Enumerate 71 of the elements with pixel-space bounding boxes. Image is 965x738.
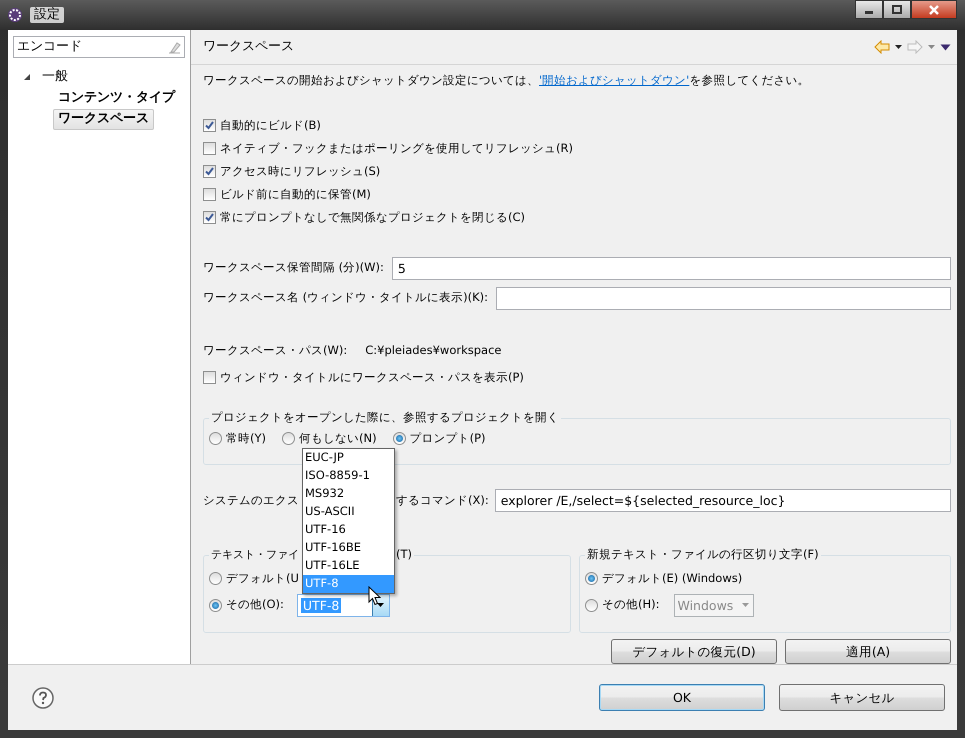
- command-label: システムのエクス: [203, 494, 295, 508]
- radio-label: その他(H):: [602, 598, 660, 612]
- command-label: するコマンド(X):: [396, 494, 489, 508]
- radio-button[interactable]: [282, 432, 295, 445]
- group-title: テキスト・ファイ: [211, 547, 299, 563]
- radio-button[interactable]: [209, 432, 222, 445]
- radio-button[interactable]: [392, 432, 406, 445]
- dialog-button[interactable]: キャンセル: [779, 684, 945, 711]
- field-label: ワークスペース保管間隔 (分)(W):: [203, 261, 384, 275]
- checkbox[interactable]: [203, 371, 216, 384]
- dropdown-item[interactable]: ISO-8859-1: [303, 467, 394, 485]
- action-button[interactable]: デフォルトの復元(D): [611, 639, 777, 664]
- maximize-icon: [892, 5, 902, 14]
- text-field[interactable]: [496, 286, 951, 310]
- radio-label: デフォルト(U: [226, 572, 299, 586]
- checkbox[interactable]: [203, 211, 216, 224]
- checkbox-label: ネイティブ・フックまたはポーリングを使用してリフレッシュ(R): [220, 142, 573, 156]
- radio-label: プロンプト(P): [410, 432, 486, 446]
- checkbox-label: 自動的にビルド(B): [220, 118, 321, 132]
- text-field[interactable]: 5: [392, 256, 951, 280]
- checkbox-label: ウィンドウ・タイトルにワークスペース・パスを表示(P): [220, 370, 524, 384]
- window-title: 設定: [30, 7, 64, 23]
- radio-button[interactable]: [585, 572, 598, 585]
- checkbox[interactable]: [203, 142, 216, 155]
- menu-icon[interactable]: [940, 44, 951, 50]
- tree-item[interactable]: ワークスペース: [53, 109, 154, 130]
- gear-icon: [6, 6, 24, 24]
- filter-field[interactable]: エンコード: [13, 36, 185, 58]
- page-title: ワークスペース: [203, 39, 295, 55]
- eraser-icon: [168, 40, 181, 54]
- text-field[interactable]: explorer /E,/select=${selected_resource_loc}: [494, 489, 951, 512]
- close-button[interactable]: [911, 0, 957, 19]
- dropdown-item[interactable]: UTF-16BE: [303, 539, 394, 557]
- checkbox-label: 常にプロンプトなしで無関係なプロジェクトを閉じる(C): [220, 210, 526, 224]
- radio-button[interactable]: [209, 572, 222, 585]
- dialog-button[interactable]: OK: [599, 684, 765, 711]
- dropdown-item[interactable]: UTF-16LE: [303, 557, 394, 575]
- radio-label: 何もしない(N): [299, 432, 377, 446]
- group-title: (T): [396, 546, 412, 563]
- maximize-button[interactable]: [883, 0, 911, 19]
- help-link[interactable]: '開始およびシャットダウン': [539, 74, 690, 88]
- path-label: ワークスペース・パス(W):: [203, 344, 348, 358]
- group-title: 新規テキスト・ファイルの行区切り文字(F): [585, 546, 821, 563]
- dropdown-item[interactable]: UTF-16: [303, 521, 394, 539]
- radio-button[interactable]: [585, 598, 598, 612]
- help-icon[interactable]: [32, 686, 54, 708]
- description: ワークスペースの開始およびシャットダウン設定については、'開始およびシャットダウン'を参照してください。: [203, 72, 810, 90]
- tree-item[interactable]: 一般: [37, 66, 73, 88]
- dropdown-item[interactable]: US-ASCII: [303, 503, 394, 521]
- dropdown-item[interactable]: MS932: [303, 485, 394, 503]
- checkbox-label: アクセス時にリフレッシュ(S): [220, 164, 380, 178]
- expanded-icon[interactable]: [23, 73, 31, 81]
- checkbox-label: ビルド前に自動的に保管(M): [220, 188, 371, 202]
- close-icon: [928, 4, 940, 14]
- checkbox[interactable]: [203, 188, 216, 201]
- checkbox[interactable]: [203, 119, 216, 132]
- caret-icon: [742, 603, 748, 607]
- radio-label: デフォルト(E) (Windows): [602, 572, 742, 586]
- action-button[interactable]: 適用(A): [785, 639, 951, 664]
- radio-button[interactable]: [209, 598, 222, 612]
- dropdown-item[interactable]: EUC-JP: [303, 449, 394, 467]
- caret-icon[interactable]: [894, 44, 903, 50]
- checkbox[interactable]: [203, 165, 216, 178]
- tree-item[interactable]: コンテンツ・タイプ: [53, 88, 180, 109]
- radio-label: その他(O):: [226, 598, 284, 612]
- caret-icon: [377, 603, 384, 607]
- radio-label: 常時(Y): [226, 432, 266, 446]
- path-value: C:¥pleiades¥workspace: [365, 344, 502, 358]
- field-label: ワークスペース名 (ウィンドウ・タイトルに表示)(K):: [203, 291, 488, 305]
- minimize-button[interactable]: [855, 0, 883, 19]
- group-title: プロジェクトをオープンした際に、参照するプロジェクトを開く: [209, 409, 561, 426]
